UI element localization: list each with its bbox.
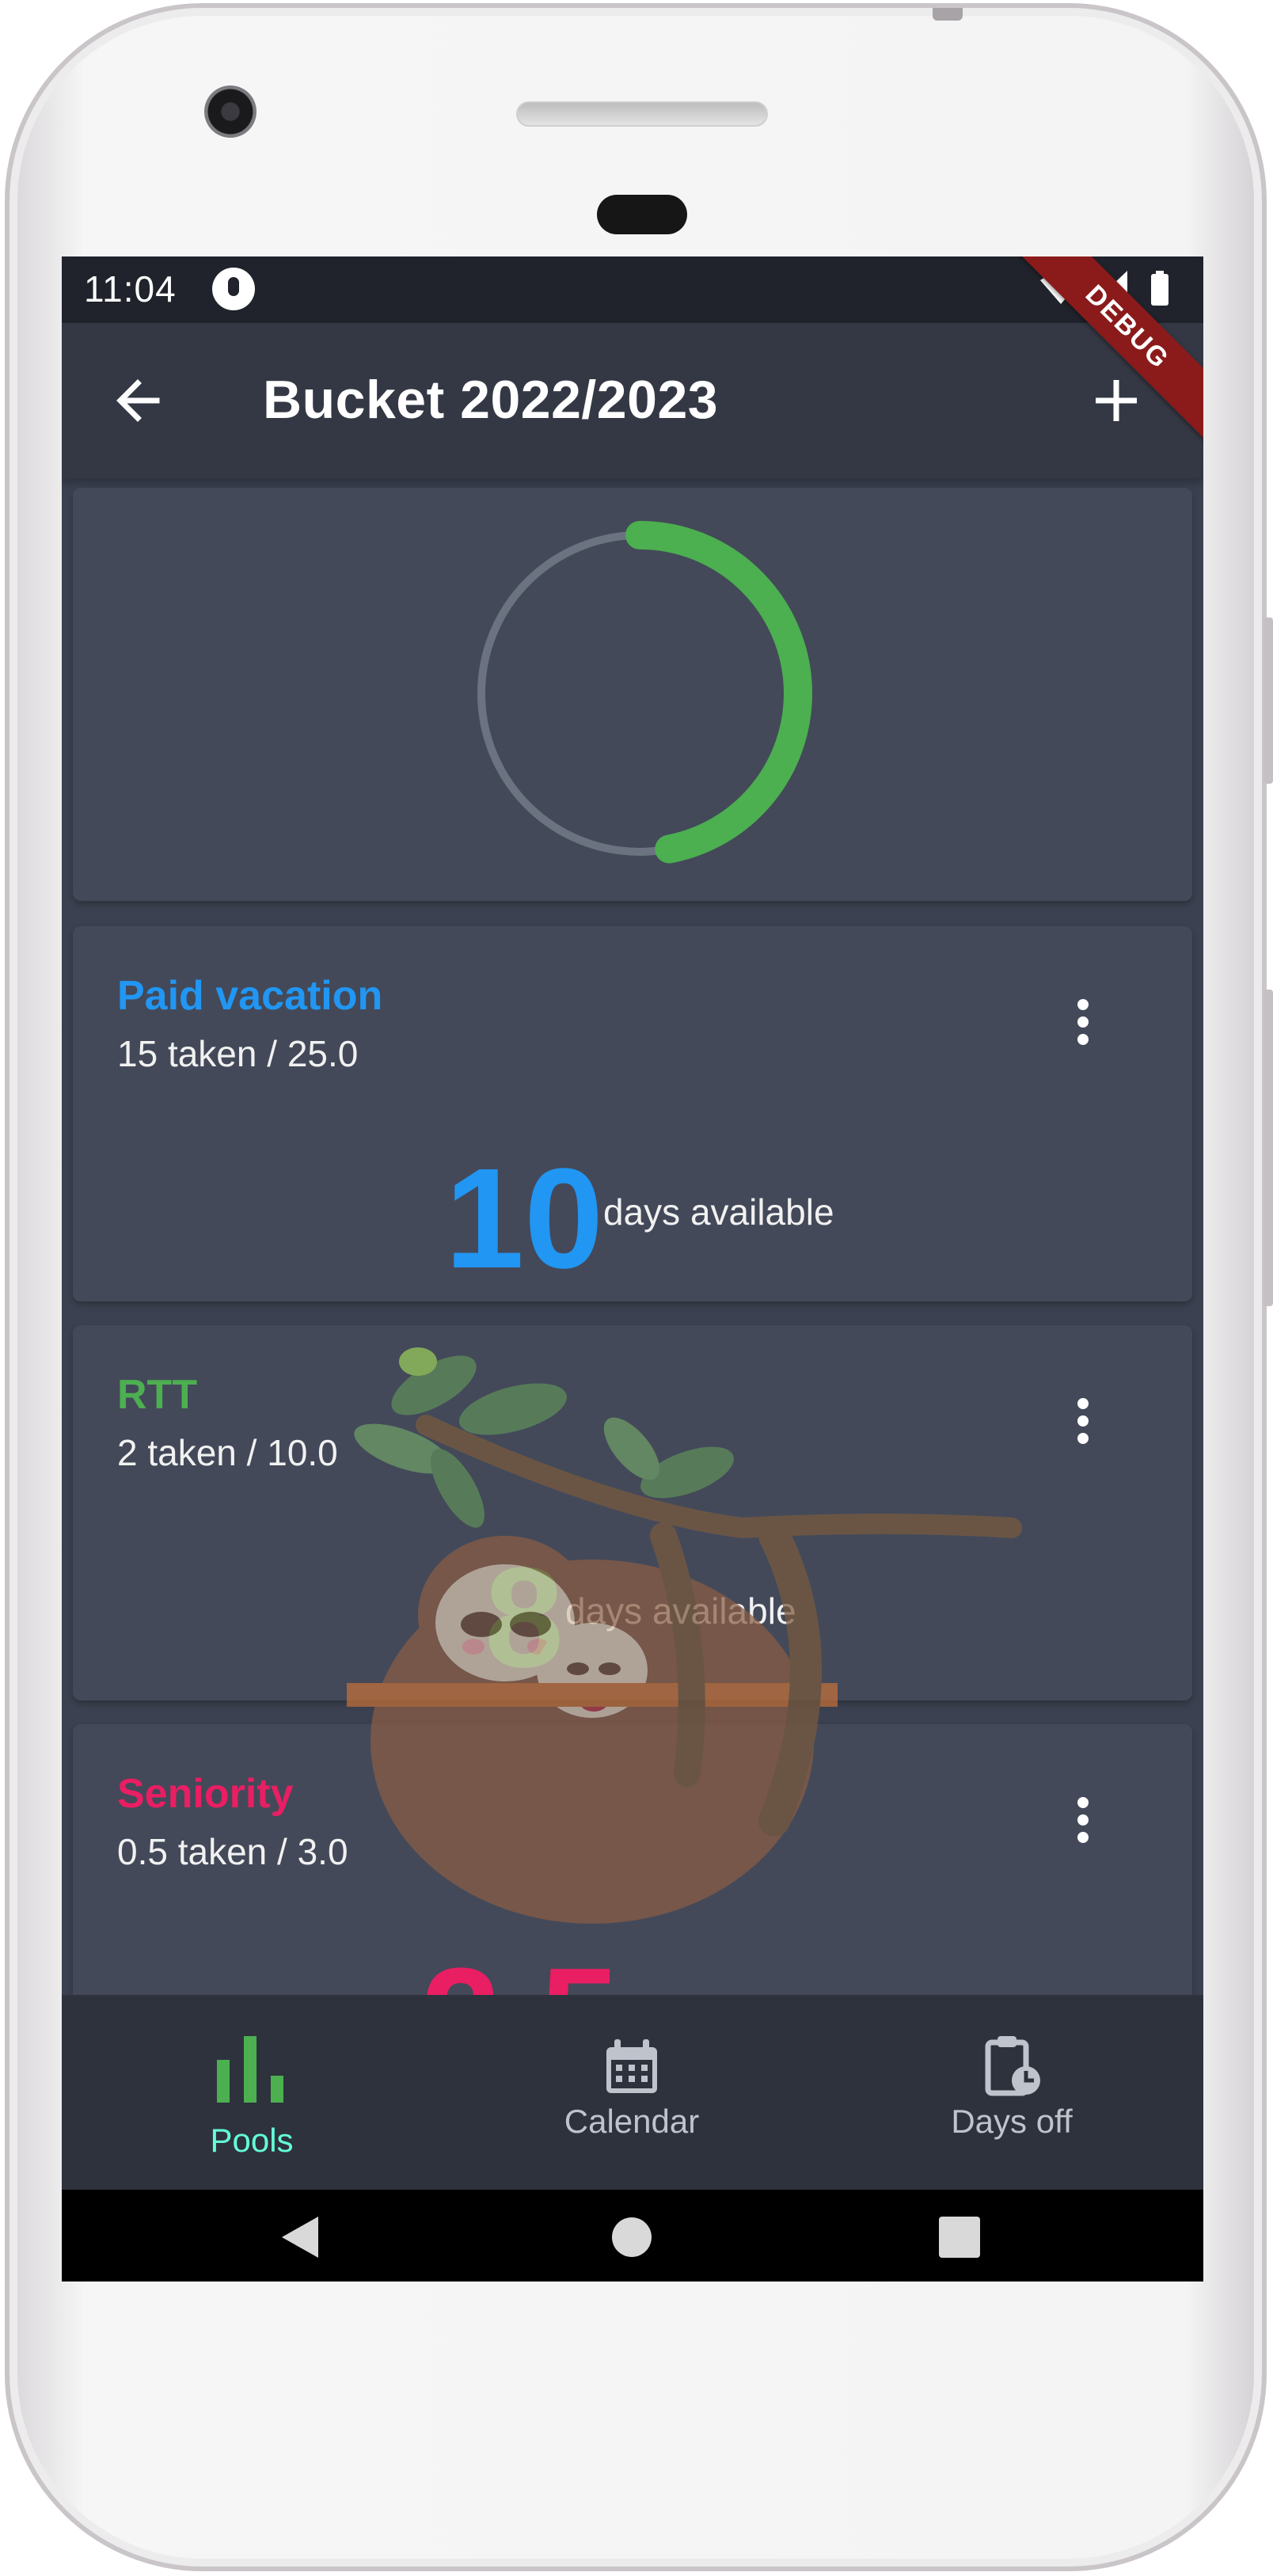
more-vert-icon[interactable] [1067,1398,1099,1446]
nav-label-pools: Pools [210,2122,294,2159]
pools-list: Paid vacation 15 taken / 25.0 10 days av… [62,478,1203,1995]
pool-usage: 0.5 taken / 3.0 [117,1831,348,1872]
bar-chart-icon [217,2036,283,2103]
pool-usage: 2 taken / 10.0 [117,1432,338,1473]
pool-name: Seniority [117,1771,294,1817]
battery-icon [1151,274,1168,306]
nav-tab-pools[interactable]: Pools [62,1995,442,2190]
usage-ring-chart [467,521,812,866]
pool-name: RTT [117,1372,198,1418]
add-icon[interactable] [1088,372,1145,429]
power-button [1264,990,1273,1306]
pool-card-seniority[interactable]: Seniority 0.5 taken / 3.0 2.5 days avail… [73,1724,1192,1995]
front-camera [204,85,256,138]
phone-top-notch [933,8,963,21]
pool-card-rtt[interactable]: RTT 2 taken / 10.0 8 days available [73,1325,1192,1700]
earpiece-speaker [516,101,768,127]
pool-name: Paid vacation [117,973,383,1019]
nav-label-days-off: Days off [951,2103,1073,2140]
calendar-icon [606,2039,657,2093]
summary-card [73,488,1192,901]
bottom-navigation: Pools Calendar Days off [62,1995,1203,2190]
more-vert-icon[interactable] [1067,999,1099,1047]
volume-button [1264,617,1273,784]
nav-tab-calendar[interactable]: Calendar [442,1995,822,2190]
available-days-label: days available [565,1590,796,1632]
system-recents-icon[interactable] [939,2217,980,2258]
nav-tab-days-off[interactable]: Days off [822,1995,1202,2190]
back-arrow-icon[interactable] [109,372,166,429]
status-time: 11:04 [84,268,177,310]
notification-app-icon [212,268,255,310]
pool-card-paid-vacation[interactable]: Paid vacation 15 taken / 25.0 10 days av… [73,926,1192,1301]
nav-label-calendar: Calendar [564,2103,700,2140]
app-bar: Bucket 2022/2023 [62,323,1203,478]
available-days-value: 2.5 [421,1947,619,1996]
available-days-value: 10 [445,1139,604,1298]
system-navigation-bar [62,2190,1203,2282]
proximity-sensor [597,195,687,234]
available-days-value: 8 [484,1538,564,1697]
more-vert-icon[interactable] [1067,1797,1099,1845]
system-home-icon[interactable] [611,2217,652,2258]
clipboard-clock-icon [985,2036,1040,2096]
pool-usage: 15 taken / 25.0 [117,1033,359,1074]
system-back-icon[interactable] [279,2215,320,2259]
app-screen: 11:04 Bucket 2022/2023 DEBUG Paid vacati… [62,256,1203,2282]
available-days-label: days available [603,1191,834,1233]
available-days-label: days available [674,1989,906,1995]
page-title: Bucket 2022/2023 [263,370,719,430]
